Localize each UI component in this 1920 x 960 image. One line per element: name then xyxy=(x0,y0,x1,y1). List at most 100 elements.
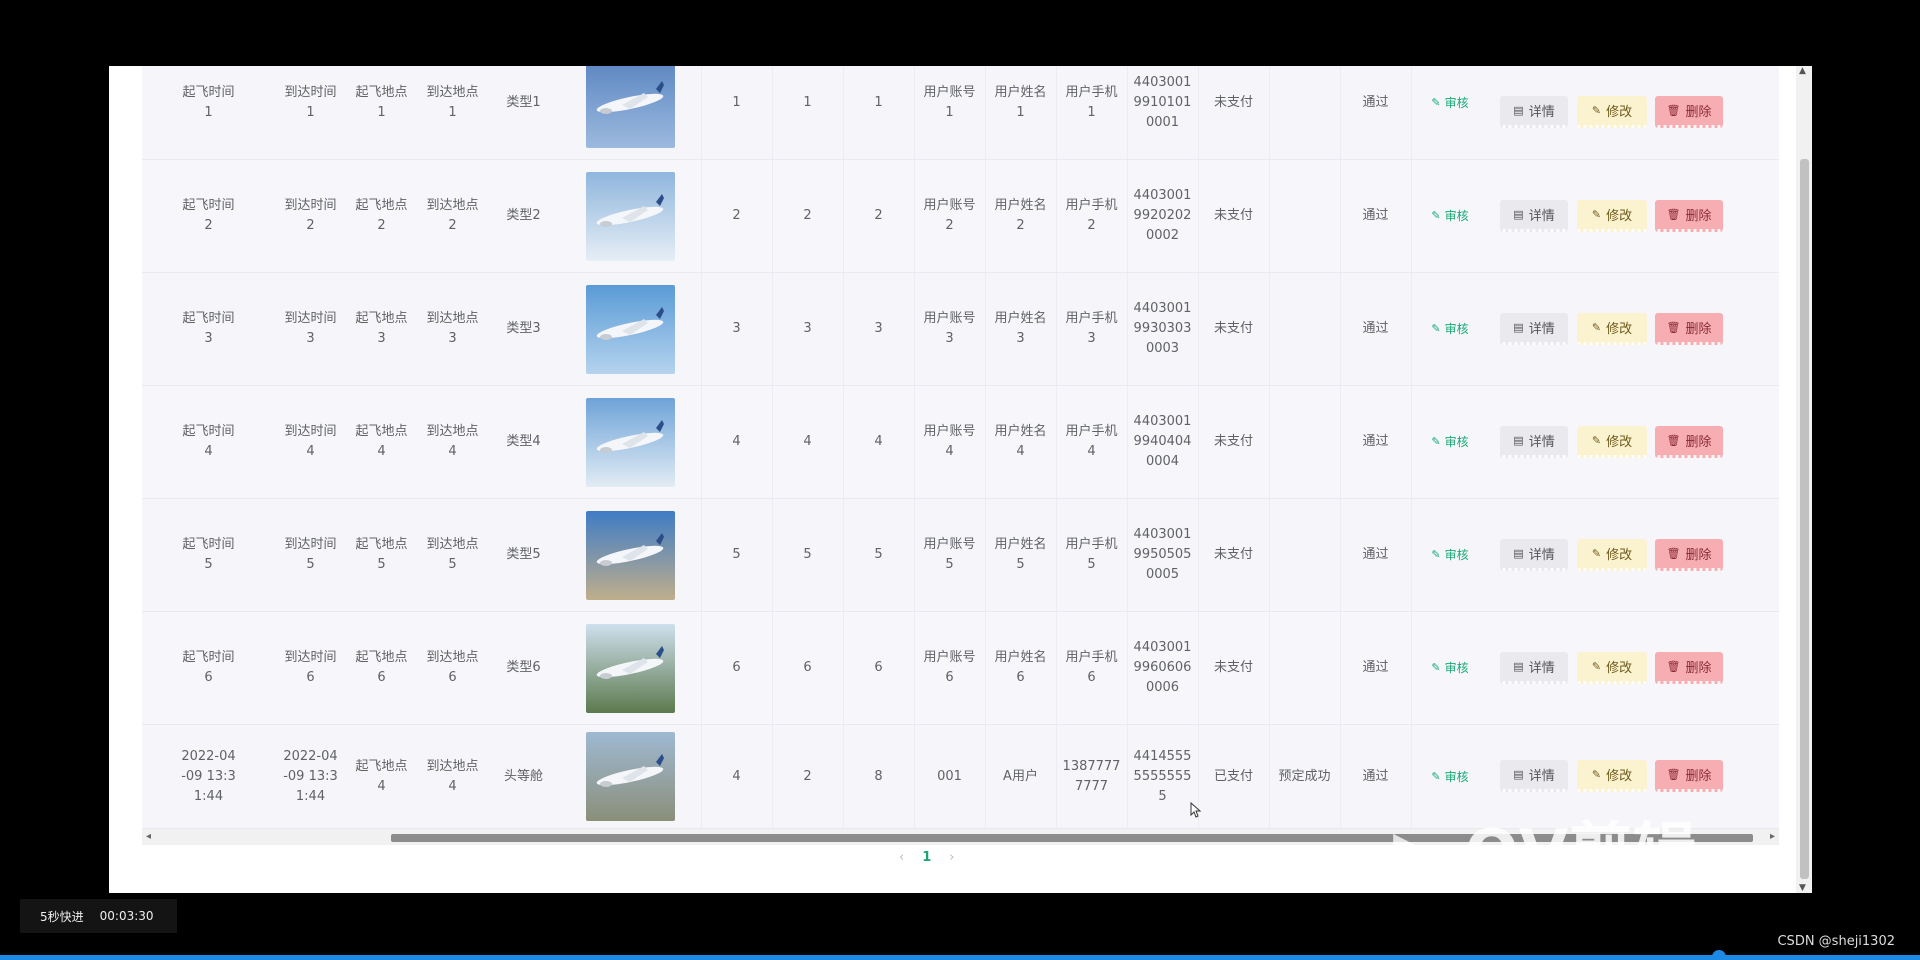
airplane-photo[interactable] xyxy=(585,510,675,600)
page-number-current[interactable]: 1 xyxy=(922,850,931,865)
video-progress-knob[interactable] xyxy=(1712,950,1726,960)
account-cell-line: 001 xyxy=(937,768,962,784)
delete-button[interactable]: 🗑 删除 xyxy=(1655,313,1723,345)
audit-cell: ✎ 审核 xyxy=(1411,160,1489,272)
detail-button[interactable]: ▤ 详情 xyxy=(1500,200,1568,232)
id-number-cell: 4403001 9930303 0003 xyxy=(1127,273,1198,385)
detail-button[interactable]: ▤ 详情 xyxy=(1500,96,1568,128)
value-cell-2-text: 4 xyxy=(803,434,812,449)
detail-button[interactable]: ▤ 详情 xyxy=(1500,652,1568,684)
vertical-scroll-thumb[interactable] xyxy=(1800,159,1809,879)
trash-icon: 🗑 xyxy=(1666,660,1681,673)
airplane-photo[interactable] xyxy=(585,66,675,148)
edit-button[interactable]: ✎ 修改 xyxy=(1577,426,1647,458)
user-name-cell-line: 用户姓名 xyxy=(994,537,1047,552)
departure-time-cell-line: 起飞时间 xyxy=(182,85,235,100)
user-name-cell: 用户姓名 2 xyxy=(985,160,1056,272)
payment-status-cell: 未支付 xyxy=(1198,386,1269,498)
fast-forward-badge[interactable]: 5秒快进 00:03:30 xyxy=(20,899,177,933)
phone-cell: 用户手机 2 xyxy=(1056,160,1127,272)
pencil-icon: ✎ xyxy=(1591,104,1602,117)
airplane-photo[interactable] xyxy=(585,397,675,487)
delete-button-label: 删除 xyxy=(1685,435,1712,450)
payment-status-cell: 已支付 xyxy=(1198,725,1269,828)
arrival-time-cell-line: 2 xyxy=(306,218,315,233)
arrival-place-cell-line: 1 xyxy=(448,105,457,120)
prev-page-button[interactable]: ‹ xyxy=(899,850,904,865)
airplane-photo[interactable] xyxy=(585,171,675,261)
payment-status-cell-text: 未支付 xyxy=(1213,547,1253,562)
phone-cell-line: 1 xyxy=(1087,105,1096,120)
audit-link[interactable]: ✎ 审核 xyxy=(1431,93,1468,113)
account-cell-line: 用户账号 xyxy=(923,85,976,100)
scroll-left-icon[interactable]: ◂ xyxy=(146,829,151,845)
value-cell-3-text: 1 xyxy=(874,95,883,110)
audit-link[interactable]: ✎ 审核 xyxy=(1431,767,1468,787)
vertical-scrollbar[interactable]: ▲ ▼ xyxy=(1796,66,1812,893)
departure-place-cell-line: 起飞地点 xyxy=(355,537,408,552)
departure-time-cell: 起飞时间 2 xyxy=(142,160,275,272)
user-name-cell: 用户姓名 1 xyxy=(985,66,1056,159)
departure-place-cell: 起飞地点 2 xyxy=(346,160,417,272)
table-row: 起飞时间 5 到达时间 5 起飞地点 5 到达地点 5 类型5 5 5 5 用户账号 5 用户姓名 5 用户手… xyxy=(142,499,1779,612)
type-cell-text: 类型2 xyxy=(506,208,541,223)
departure-place-cell-line: 3 xyxy=(377,331,386,346)
departure-time-cell: 起飞时间 1 xyxy=(142,66,275,159)
scroll-up-icon[interactable]: ▲ xyxy=(1799,66,1806,76)
edit-button[interactable]: ✎ 修改 xyxy=(1577,313,1647,345)
airplane-photo[interactable] xyxy=(585,732,675,821)
table-row: 起飞时间 2 到达时间 2 起飞地点 2 到达地点 2 类型2 2 2 2 用户账号 2 用户姓名 2 用户手… xyxy=(142,160,1779,273)
airplane-photo[interactable] xyxy=(585,623,675,713)
detail-button[interactable]: ▤ 详情 xyxy=(1500,539,1568,571)
audit-link[interactable]: ✎ 审核 xyxy=(1431,432,1468,452)
delete-button[interactable]: 🗑 删除 xyxy=(1655,652,1723,684)
edit-button[interactable]: ✎ 修改 xyxy=(1577,200,1647,232)
delete-button[interactable]: 🗑 删除 xyxy=(1655,426,1723,458)
audit-link[interactable]: ✎ 审核 xyxy=(1431,658,1468,678)
delete-button[interactable]: 🗑 删除 xyxy=(1655,539,1723,571)
departure-time-cell-line: 1 xyxy=(204,105,213,120)
delete-button[interactable]: 🗑 删除 xyxy=(1655,96,1723,128)
edit-button[interactable]: ✎ 修改 xyxy=(1577,652,1647,684)
review-status-cell-text: 通过 xyxy=(1362,321,1389,336)
next-page-button[interactable]: › xyxy=(949,850,954,865)
detail-button[interactable]: ▤ 详情 xyxy=(1500,426,1568,458)
scroll-down-icon[interactable]: ▼ xyxy=(1799,883,1806,893)
document-icon: ▤ xyxy=(1513,321,1524,334)
detail-button[interactable]: ▤ 详情 xyxy=(1500,760,1568,792)
airplane-photo[interactable] xyxy=(585,284,675,374)
edit-button[interactable]: ✎ 修改 xyxy=(1577,760,1647,792)
id-number-cell-line: 0001 xyxy=(1145,115,1180,130)
delete-button[interactable]: 🗑 删除 xyxy=(1655,760,1723,792)
departure-place-cell-line: 4 xyxy=(377,444,386,459)
edit-button[interactable]: ✎ 修改 xyxy=(1577,539,1647,571)
pagination: ‹ 1 › xyxy=(899,850,954,865)
audit-link[interactable]: ✎ 审核 xyxy=(1431,545,1468,565)
edit-button[interactable]: ✎ 修改 xyxy=(1577,96,1647,128)
value-cell-3: 5 xyxy=(843,499,914,611)
audit-link[interactable]: ✎ 审核 xyxy=(1431,206,1468,226)
type-cell-text: 类型4 xyxy=(506,434,541,449)
user-name-cell-line: 4 xyxy=(1016,444,1025,459)
account-cell-line: 6 xyxy=(945,670,954,685)
pencil-icon: ✎ xyxy=(1431,209,1441,222)
arrival-time-cell-line: 1:44 xyxy=(295,788,326,804)
arrival-time-cell-line: -09 13:3 xyxy=(283,768,338,784)
value-cell-2: 5 xyxy=(772,499,843,611)
arrival-place-cell: 到达地点 3 xyxy=(417,273,488,385)
booking-status-cell xyxy=(1269,273,1340,385)
value-cell-3: 6 xyxy=(843,612,914,724)
phone-cell: 1387777 7777 xyxy=(1056,725,1127,828)
arrival-time-cell-line: 到达时间 xyxy=(284,424,337,439)
scroll-right-icon[interactable]: ▸ xyxy=(1770,829,1775,845)
arrival-time-cell-line: 到达时间 xyxy=(284,311,337,326)
departure-place-cell-line: 起飞地点 xyxy=(355,311,408,326)
value-cell-3-text: 5 xyxy=(874,547,883,562)
value-cell-3-text: 8 xyxy=(874,768,883,784)
audit-link[interactable]: ✎ 审核 xyxy=(1431,319,1468,339)
detail-button[interactable]: ▤ 详情 xyxy=(1500,313,1568,345)
user-name-cell-line: 5 xyxy=(1016,557,1025,572)
video-progress-bar[interactable] xyxy=(0,955,1920,960)
delete-button[interactable]: 🗑 删除 xyxy=(1655,200,1723,232)
screen: 起飞时间 1 到达时间 1 起飞地点 1 到达地点 1 类型1 1 1 1 用户账号 1 用户姓名 1 用户手… xyxy=(0,0,1920,960)
